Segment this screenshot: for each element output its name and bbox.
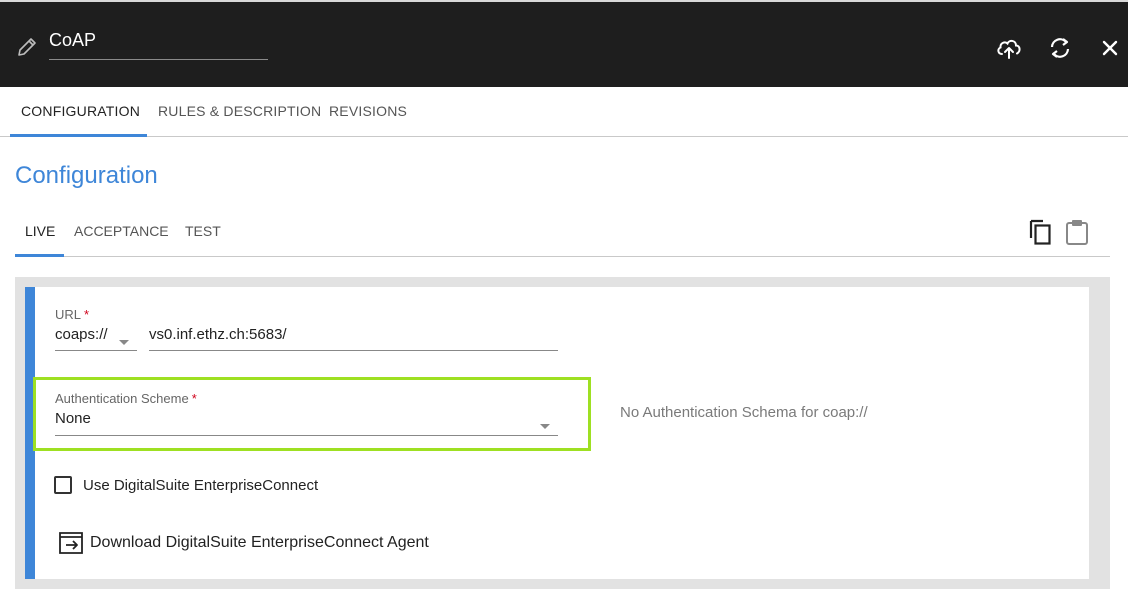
- host-underline: [149, 350, 558, 351]
- tab-configuration[interactable]: CONFIGURATION: [21, 87, 140, 137]
- copy-icon[interactable]: [1028, 218, 1054, 246]
- download-agent-icon[interactable]: [58, 531, 84, 555]
- auth-underline: [55, 435, 558, 436]
- auth-highlight-box: [33, 377, 591, 451]
- auth-scheme-select[interactable]: None: [55, 410, 91, 427]
- refresh-icon[interactable]: [1046, 34, 1074, 62]
- main-tab-bar: CONFIGURATION RULES & DESCRIPTION REVISI…: [0, 87, 1128, 137]
- chevron-down-icon: [119, 340, 129, 345]
- config-card: URL * coaps:// vs0.inf.ethz.ch:5683/ Auth…: [25, 287, 1089, 579]
- chevron-down-icon: [540, 424, 550, 429]
- header-bar: CoAP: [0, 0, 1128, 87]
- tab-revisions[interactable]: REVISIONS: [329, 87, 407, 137]
- enterprise-connect-checkbox[interactable]: [54, 476, 72, 494]
- page-title: CoAP: [49, 30, 97, 50]
- pencil-icon[interactable]: [15, 35, 39, 59]
- auth-scheme-label: Authentication Scheme *: [55, 391, 197, 406]
- tab-test[interactable]: TEST: [185, 207, 221, 255]
- tab-live[interactable]: LIVE: [25, 207, 55, 255]
- tab-acceptance[interactable]: ACCEPTANCE: [74, 207, 169, 255]
- config-panel: URL * coaps:// vs0.inf.ethz.ch:5683/ Auth…: [15, 277, 1110, 589]
- section-title: Configuration: [15, 162, 158, 189]
- paste-icon[interactable]: [1064, 218, 1090, 246]
- title-field[interactable]: CoAP: [49, 30, 268, 60]
- tab-rules-description[interactable]: RULES & DESCRIPTION: [158, 87, 321, 137]
- active-tab-indicator: [10, 134, 147, 137]
- url-scheme-select[interactable]: coaps://: [55, 326, 108, 343]
- scheme-underline: [55, 350, 137, 351]
- close-icon[interactable]: [1096, 34, 1124, 62]
- env-tab-bar: LIVE ACCEPTANCE TEST: [15, 207, 1110, 257]
- enterprise-connect-label[interactable]: Use DigitalSuite EnterpriseConnect: [83, 477, 318, 494]
- download-agent-link[interactable]: Download DigitalSuite EnterpriseConnect …: [90, 534, 429, 552]
- auth-note: No Authentication Schema for coap://: [620, 404, 868, 421]
- url-host-input[interactable]: vs0.inf.ethz.ch:5683/: [149, 326, 287, 343]
- cloud-upload-icon[interactable]: [995, 34, 1023, 62]
- active-env-tab-indicator: [15, 254, 64, 257]
- url-label: URL *: [55, 307, 90, 322]
